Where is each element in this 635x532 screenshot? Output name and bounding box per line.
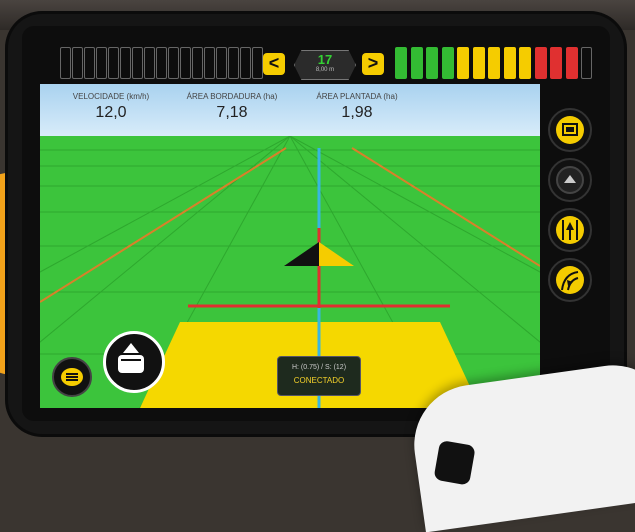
implement-button[interactable] [103, 331, 165, 393]
border-area-stat: ÁREA BORDADURA (ha) 7,18 [176, 92, 288, 122]
lightbar-segment [96, 47, 107, 79]
next-guide-button[interactable]: > [362, 53, 384, 75]
lightbar-segment [72, 47, 83, 79]
guide-line-indicator: 17 8,00 m [294, 50, 356, 80]
lightbar-segment-lit [565, 47, 578, 79]
curve-guidance-icon [556, 266, 584, 294]
lightbar-segment-lit [519, 47, 531, 79]
lightbar-segment-lit [534, 47, 547, 79]
lightbar-segment-lit [395, 47, 407, 79]
foreground-object-opening [433, 439, 476, 486]
guidance-lines-icon [556, 216, 584, 244]
menu-icon [61, 368, 83, 386]
lightbar-segment-lit [441, 47, 454, 79]
lightbar-segment-lit [410, 47, 423, 79]
speed-stat: VELOCIDADE (km/h) 12,0 [56, 92, 166, 122]
lightbar-segment [180, 47, 191, 79]
border-area-label: ÁREA BORDADURA (ha) [186, 92, 278, 101]
lightbar-segment [156, 47, 167, 79]
lightbar-segment-lit [550, 47, 562, 79]
lightbar-segment [120, 47, 131, 79]
prev-guide-button[interactable]: < [263, 53, 285, 75]
signal-info: H: (0.75) / S: (12) [291, 364, 347, 371]
layers-button[interactable] [548, 108, 592, 152]
curve-guidance-button[interactable] [548, 258, 592, 302]
lightbar-segment-lit [488, 47, 500, 79]
lightbar-segment [132, 47, 143, 79]
lightbar-segment [60, 47, 71, 79]
lightbar-segment [216, 47, 227, 79]
lightbar-segment [84, 47, 95, 79]
planted-area-stat: ÁREA PLANTADA (ha) 1,98 [302, 92, 412, 122]
lightbar-segment [240, 47, 251, 79]
menu-button[interactable] [52, 357, 92, 397]
lightbar-segment [581, 47, 592, 79]
lightbar: < 17 8,00 m > [40, 42, 595, 84]
speed-label: VELOCIDADE (km/h) [72, 92, 150, 101]
lightbar-segment [144, 47, 155, 79]
guide-line-width: 8,00 m [315, 67, 335, 73]
straight-guidance-button[interactable] [548, 208, 592, 252]
lightbar-segment-lit [503, 47, 516, 79]
layers-icon [556, 116, 584, 144]
speed-value: 12,0 [95, 104, 127, 121]
connection-status: H: (0.75) / S: (12) CONECTADO [277, 356, 361, 396]
lightbar-segment-lit [472, 47, 485, 79]
connection-label: CONECTADO [293, 376, 345, 385]
up-arrow-icon [556, 166, 584, 194]
lightbar-segment [228, 47, 239, 79]
planted-area-label: ÁREA PLANTADA (ha) [316, 92, 398, 101]
lightbar-segment [252, 47, 263, 79]
view-up-button[interactable] [548, 158, 592, 202]
border-area-value: 7,18 [216, 104, 248, 121]
lightbar-segment [168, 47, 179, 79]
left-boundary-line [40, 147, 287, 303]
lightbar-segment-lit [426, 47, 438, 79]
implement-icon [118, 343, 144, 373]
planted-area-value: 1,98 [341, 104, 373, 121]
lightbar-segment [192, 47, 203, 79]
guide-line-number: 17 [317, 52, 333, 67]
lightbar-segment-lit [457, 47, 469, 79]
lightbar-segment [204, 47, 215, 79]
lightbar-segment [108, 47, 119, 79]
